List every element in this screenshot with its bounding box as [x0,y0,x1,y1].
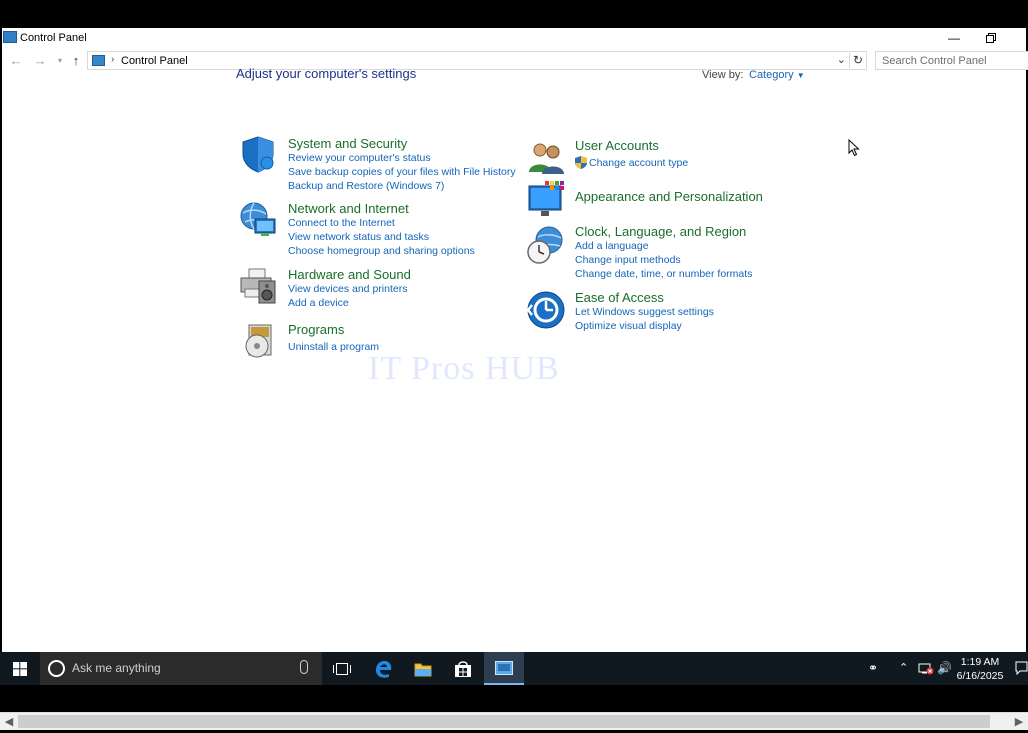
edge-browser-icon [376,660,392,678]
navigation-bar: ← → ▾ ↑ › Control Panel ⌄ ↻ Search Contr… [2,50,1028,72]
category-title[interactable]: Appearance and Personalization [575,189,763,204]
shield-icon[interactable] [239,135,277,173]
network-globe-icon[interactable] [239,201,277,239]
mouse-cursor-icon [848,139,860,157]
clock-date[interactable]: 6/16/2025 [950,670,1010,682]
search-box[interactable]: Search Control Panel [875,51,1028,70]
window-title: Control Panel [20,32,87,44]
horizontal-scrollbar[interactable]: ◀ ▶ [0,712,1028,730]
restore-icon [986,33,996,43]
category-link[interactable]: Choose homegroup and sharing options [288,245,475,257]
category-link[interactable]: Connect to the Internet [288,217,395,229]
users-icon[interactable] [527,138,565,176]
page-title: Adjust your computer's settings [236,66,417,81]
category-link[interactable]: Let Windows suggest settings [575,306,714,318]
cortana-icon [48,660,65,677]
restore-button[interactable] [973,28,1009,48]
view-by-value: Category [749,69,794,81]
scrollbar-thumb[interactable] [18,715,990,728]
start-button[interactable] [0,652,40,685]
cortana-search-input[interactable]: Ask me anything [72,661,161,675]
category-link[interactable]: Review your computer's status [288,152,431,164]
back-arrow-icon[interactable]: ← [8,53,24,68]
address-dropdown-icon[interactable]: ⌄ [837,53,846,66]
minimize-button[interactable]: — [936,28,972,48]
category-link[interactable]: Change input methods [575,254,681,266]
cortana-search-box[interactable]: Ask me anything [40,652,322,685]
category-title[interactable]: Clock, Language, and Region [575,224,746,239]
control-panel-icon [92,55,105,66]
category-title[interactable]: Network and Internet [288,201,409,216]
printer-speaker-icon[interactable] [239,267,277,305]
people-icon[interactable]: ⚭ [868,661,878,675]
breadcrumb-control-panel[interactable]: Control Panel [121,55,188,67]
store-bag-icon [455,660,471,677]
category-link[interactable]: Uninstall a program [288,341,379,353]
view-by-dropdown[interactable]: Category ▼ [749,69,805,81]
control-panel-window: Control Panel — ← → ▾ ↑ › Control Panel … [2,28,1028,652]
show-hidden-icons-chevron-icon[interactable]: ⌃ [899,661,908,674]
recent-locations-chevron-icon[interactable]: ▾ [52,56,68,65]
category-title[interactable]: User Accounts [575,138,659,153]
store-button[interactable] [443,652,483,685]
category-title[interactable]: Programs [288,322,344,337]
category-title[interactable]: System and Security [288,136,407,151]
refresh-icon[interactable]: ↻ [849,53,863,68]
control-panel-icon [3,31,17,43]
category-link[interactable]: Add a language [575,240,649,252]
breadcrumb-separator-icon[interactable]: › [111,54,114,65]
clock-time[interactable]: 1:19 AM [950,656,1010,668]
scroll-right-arrow-icon[interactable]: ▶ [1012,715,1026,728]
category-link[interactable]: View devices and printers [288,283,407,295]
category-link[interactable]: Save backup copies of your files with Fi… [288,166,516,178]
view-by-label: View by: [702,69,744,81]
scroll-left-arrow-icon[interactable]: ◀ [2,715,16,728]
category-link[interactable]: Backup and Restore (Windows 7) [288,180,444,192]
programs-disc-box-icon[interactable] [241,322,279,360]
title-bar: Control Panel — [2,28,1026,48]
file-explorer-button[interactable] [403,652,443,685]
watermark-text: IT Pros HUB [368,350,560,387]
category-link[interactable]: Change account type [589,157,688,169]
address-bar[interactable]: › Control Panel ⌄ ↻ [87,51,867,70]
up-arrow-icon[interactable]: ↑ [68,53,84,68]
control-panel-icon [495,660,513,675]
chevron-down-icon: ▼ [796,71,805,80]
microphone-icon[interactable] [300,660,308,674]
task-view-button[interactable] [322,652,362,685]
search-input[interactable]: Search Control Panel [882,55,987,67]
category-link[interactable]: Add a device [288,297,349,309]
taskbar: Ask me anything ⚭ ⌃ 🔊 1:19 AM 6/16/2025 [0,652,1028,685]
folder-icon [414,663,432,676]
category-link[interactable]: View network status and tasks [288,231,429,243]
category-link[interactable]: Change date, time, or number formats [575,268,752,280]
category-title[interactable]: Hardware and Sound [288,267,411,282]
edge-button[interactable] [363,652,403,685]
action-center-icon[interactable] [1015,661,1028,675]
forward-arrow-icon[interactable]: → [32,53,48,68]
uac-shield-icon [575,156,587,169]
windows-logo-icon [13,662,27,676]
clock-globe-icon[interactable] [527,226,565,264]
monitor-palette-icon[interactable] [527,181,565,219]
ease-of-access-icon[interactable] [527,291,565,329]
network-disconnected-icon[interactable] [918,662,934,675]
task-view-icon [333,662,351,675]
category-link[interactable]: Optimize visual display [575,320,682,332]
control-panel-taskbar-button[interactable] [484,652,524,685]
category-title[interactable]: Ease of Access [575,290,664,305]
